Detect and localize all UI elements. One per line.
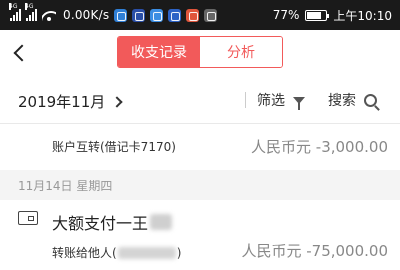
shield-notification-icon bbox=[132, 8, 146, 22]
filter-button[interactable]: 筛选 bbox=[257, 90, 305, 110]
tab-analysis[interactable]: 分析 bbox=[200, 37, 282, 67]
subtitle-suffix: ) bbox=[176, 245, 182, 260]
status-bar: 4G 4G 0.00K/s 77% 上午10:10 bbox=[0, 0, 400, 30]
transaction-title-text: 大额支付一王 bbox=[52, 214, 149, 233]
month-label: 2019年11月 bbox=[18, 93, 106, 111]
status-bar-left: 4G 4G 0.00K/s bbox=[9, 0, 218, 30]
transaction-subtitle: 转账给他人( ) bbox=[52, 244, 181, 261]
app-notification-icon-4 bbox=[186, 8, 200, 22]
transaction-amount-2: 人民币元 -75,000.00 bbox=[241, 242, 388, 260]
segmented-tabs: 收支记录 分析 bbox=[117, 36, 283, 68]
date-header: 11月14日 星期四 bbox=[0, 170, 400, 200]
subtitle-prefix: 转账给他人( bbox=[52, 246, 117, 260]
signal-tag: 4G bbox=[9, 3, 18, 10]
clock: 上午10:10 bbox=[333, 8, 392, 23]
battery-icon bbox=[305, 9, 330, 21]
signal-icon: 4G bbox=[9, 3, 21, 21]
bank-card-icon bbox=[18, 211, 38, 225]
filter-label: 筛选 bbox=[257, 93, 285, 109]
transaction-row-2[interactable]: 大额支付一王 转账给他人( ) 人民币元 -75,000.00 bbox=[0, 200, 400, 270]
back-arrow-icon[interactable] bbox=[10, 42, 32, 64]
transaction-description: 账户互转(借记卡7170) bbox=[52, 140, 176, 154]
chevron-right-icon bbox=[111, 95, 123, 108]
signal-tag-2: 4G bbox=[25, 3, 34, 10]
wifi-icon bbox=[42, 9, 56, 21]
battery-percent: 77% bbox=[272, 8, 300, 22]
tab-records[interactable]: 收支记录 bbox=[118, 37, 200, 67]
app-notification-icon-2 bbox=[150, 8, 164, 22]
filter-bar: 2019年11月 筛选 搜索 bbox=[0, 76, 400, 124]
date-header-label: 11月14日 星期四 bbox=[18, 179, 113, 193]
transaction-title: 大额支付一王 bbox=[52, 210, 173, 234]
status-bar-right: 77% 上午10:10 bbox=[273, 0, 392, 30]
filter-icon bbox=[293, 96, 305, 110]
month-selector[interactable]: 2019年11月 bbox=[18, 91, 123, 112]
battery-fill bbox=[307, 11, 322, 19]
search-label: 搜索 bbox=[328, 93, 356, 109]
search-icon bbox=[364, 93, 377, 107]
signal-icon-2: 4G bbox=[25, 3, 37, 21]
redacted-name bbox=[150, 214, 173, 230]
divider bbox=[245, 92, 246, 108]
transaction-amount: 人民币元 -3,000.00 bbox=[251, 138, 388, 156]
transaction-row[interactable]: 账户互转(借记卡7170) 人民币元 -3,000.00 bbox=[0, 124, 400, 170]
network-speed: 0.00K/s bbox=[63, 8, 110, 22]
search-button[interactable]: 搜索 bbox=[328, 90, 377, 110]
app-notification-icon-3 bbox=[168, 8, 182, 22]
app-notification-icon-5 bbox=[204, 8, 218, 22]
nav-bar: 收支记录 分析 bbox=[0, 30, 400, 76]
app-notification-icon bbox=[114, 8, 128, 22]
redacted-recipient bbox=[117, 246, 176, 259]
